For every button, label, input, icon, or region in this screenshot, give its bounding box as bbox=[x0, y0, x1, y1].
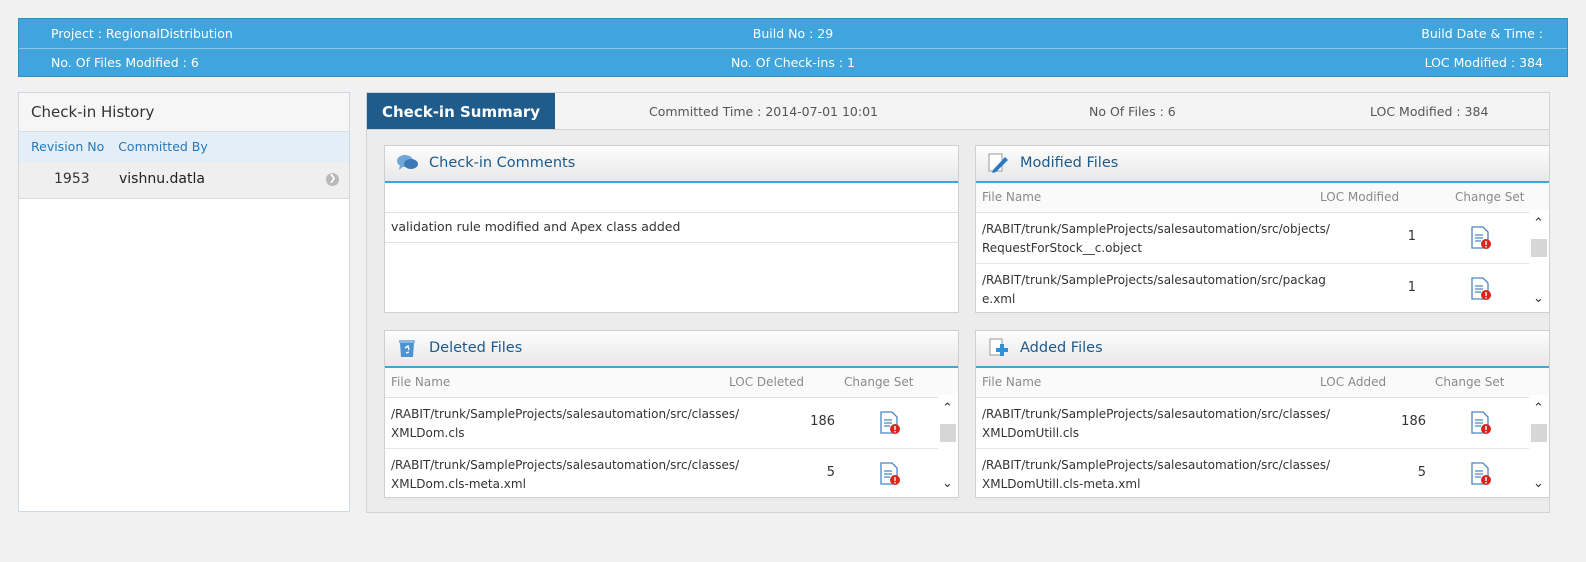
file-name-column-header: File Name bbox=[982, 375, 1042, 389]
file-path: /RABIT/trunk/SampleProjects/salesautomat… bbox=[982, 407, 1331, 440]
file-path: /RABIT/trunk/SampleProjects/salesautomat… bbox=[391, 458, 740, 491]
checkins-count-label: No. Of Check-ins : 1 bbox=[731, 55, 855, 70]
chevron-right-icon[interactable]: ❯ bbox=[326, 173, 339, 186]
revision-column-header[interactable]: Revision No bbox=[31, 139, 104, 154]
deleted-files-column-header: File Name LOC Deleted Change Set bbox=[385, 368, 958, 398]
table-row: /RABIT/trunk/SampleProjects/salesautomat… bbox=[976, 449, 1549, 500]
chevron-up-icon[interactable]: ⌃ bbox=[1533, 216, 1544, 231]
revision-number: 1953 bbox=[54, 171, 90, 187]
document-alert-icon[interactable] bbox=[1470, 462, 1492, 486]
loc-deleted-column-header: LOC Deleted bbox=[729, 375, 804, 389]
committed-by-column-header[interactable]: Committed By bbox=[118, 139, 208, 154]
committer-name: vishnu.datla bbox=[119, 171, 205, 187]
document-alert-icon[interactable] bbox=[879, 462, 901, 486]
table-row: /RABIT/trunk/SampleProjects/salesautomat… bbox=[385, 398, 958, 449]
pencil-document-icon bbox=[988, 153, 1008, 173]
change-set-column-header: Change Set bbox=[844, 375, 914, 389]
comments-spacer bbox=[385, 183, 958, 213]
scroll-thumb[interactable] bbox=[1531, 424, 1547, 442]
no-of-files: No Of Files : 6 bbox=[1089, 104, 1176, 119]
modified-files-column-header: File Name LOC Modified Change Set bbox=[976, 183, 1549, 213]
table-row: /RABIT/trunk/SampleProjects/salesautomat… bbox=[385, 449, 958, 500]
added-files-header: Added Files bbox=[976, 331, 1549, 368]
loc-value: 1 bbox=[1407, 229, 1416, 244]
file-path: /RABIT/trunk/SampleProjects/salesautomat… bbox=[391, 407, 740, 440]
scroll-thumb[interactable] bbox=[940, 424, 956, 442]
deleted-files-panel: Deleted Files File Name LOC Deleted Chan… bbox=[384, 330, 959, 500]
loc-added-column-header: LOC Added bbox=[1320, 375, 1387, 389]
build-info-bar: Project : RegionalDistribution Build No … bbox=[18, 18, 1568, 77]
tab-checkin-summary[interactable]: Check-in Summary bbox=[367, 93, 555, 129]
file-name-column-header: File Name bbox=[982, 190, 1042, 204]
committed-time: Committed Time : 2014-07-01 10:01 bbox=[649, 104, 878, 119]
chevron-up-icon[interactable]: ⌃ bbox=[942, 401, 953, 416]
file-path: /RABIT/trunk/SampleProjects/salesautomat… bbox=[982, 222, 1330, 255]
checkin-history-title: Check-in History bbox=[19, 93, 349, 132]
table-row: /RABIT/trunk/SampleProjects/salesautomat… bbox=[976, 213, 1549, 264]
document-alert-icon[interactable] bbox=[1470, 226, 1492, 250]
build-date-label: Build Date & Time : bbox=[1421, 26, 1543, 41]
checkin-comments-header: Check-in Comments bbox=[385, 146, 958, 183]
history-entry[interactable]: 1953 vishnu.datla ❯ bbox=[19, 162, 349, 199]
modified-files-title: Modified Files bbox=[1020, 155, 1119, 171]
file-path: /RABIT/trunk/SampleProjects/salesautomat… bbox=[982, 273, 1326, 306]
document-alert-icon[interactable] bbox=[1470, 277, 1492, 301]
added-files-column-header: File Name LOC Added Change Set bbox=[976, 368, 1549, 398]
document-alert-icon[interactable] bbox=[879, 411, 901, 435]
checkin-history-panel: Check-in History Revision No Committed B… bbox=[18, 92, 350, 512]
deleted-files-scrollbar[interactable]: ⌃ ⌄ bbox=[938, 395, 958, 497]
deleted-files-title: Deleted Files bbox=[429, 340, 523, 356]
file-name-column-header: File Name bbox=[391, 375, 451, 389]
add-document-icon bbox=[989, 338, 1008, 356]
chevron-down-icon[interactable]: ⌄ bbox=[942, 476, 953, 491]
change-set-column-header: Change Set bbox=[1455, 190, 1525, 204]
speech-bubbles-icon bbox=[397, 155, 418, 170]
modified-files-header: Modified Files bbox=[976, 146, 1549, 183]
file-path: /RABIT/trunk/SampleProjects/salesautomat… bbox=[982, 458, 1331, 491]
summary-tabbar: Check-in Summary Committed Time : 2014-0… bbox=[367, 93, 1549, 130]
document-alert-icon[interactable] bbox=[1470, 411, 1492, 435]
modified-files-panel: Modified Files File Name LOC Modified Ch… bbox=[975, 145, 1550, 315]
added-files-title: Added Files bbox=[1020, 340, 1103, 356]
table-row: /RABIT/trunk/SampleProjects/salesautomat… bbox=[976, 264, 1549, 315]
history-column-header: Revision No Committed By bbox=[19, 132, 349, 162]
table-row: /RABIT/trunk/SampleProjects/salesautomat… bbox=[976, 398, 1549, 449]
checkin-comments-title: Check-in Comments bbox=[429, 155, 576, 171]
chevron-down-icon[interactable]: ⌄ bbox=[1533, 476, 1544, 491]
loc-value: 186 bbox=[1401, 414, 1426, 429]
loc-modified-label: LOC Modified : 384 bbox=[1424, 55, 1543, 70]
checkin-comments-panel: Check-in Comments validation rule modifi… bbox=[384, 145, 959, 313]
loc-value: 5 bbox=[826, 465, 835, 480]
checkin-summary-panel: Check-in Summary Committed Time : 2014-0… bbox=[366, 92, 1550, 513]
recycle-bin-icon bbox=[399, 340, 415, 357]
added-files-panel: Added Files File Name LOC Added Change S… bbox=[975, 330, 1550, 500]
summary-loc-modified: LOC Modified : 384 bbox=[1370, 104, 1489, 119]
loc-value: 1 bbox=[1407, 280, 1416, 295]
build-number-label: Build No : 29 bbox=[752, 26, 834, 41]
loc-modified-column-header: LOC Modified bbox=[1320, 190, 1400, 204]
chevron-down-icon[interactable]: ⌄ bbox=[1533, 291, 1544, 306]
scroll-thumb[interactable] bbox=[1531, 239, 1547, 257]
added-files-scrollbar[interactable]: ⌃ ⌄ bbox=[1529, 395, 1549, 497]
checkin-comment-text: validation rule modified and Apex class … bbox=[385, 213, 958, 243]
chevron-up-icon[interactable]: ⌃ bbox=[1533, 401, 1544, 416]
loc-value: 5 bbox=[1417, 465, 1426, 480]
deleted-files-header: Deleted Files bbox=[385, 331, 958, 368]
change-set-column-header: Change Set bbox=[1435, 375, 1505, 389]
modified-files-scrollbar[interactable]: ⌃ ⌄ bbox=[1529, 210, 1549, 312]
loc-value: 186 bbox=[810, 414, 835, 429]
